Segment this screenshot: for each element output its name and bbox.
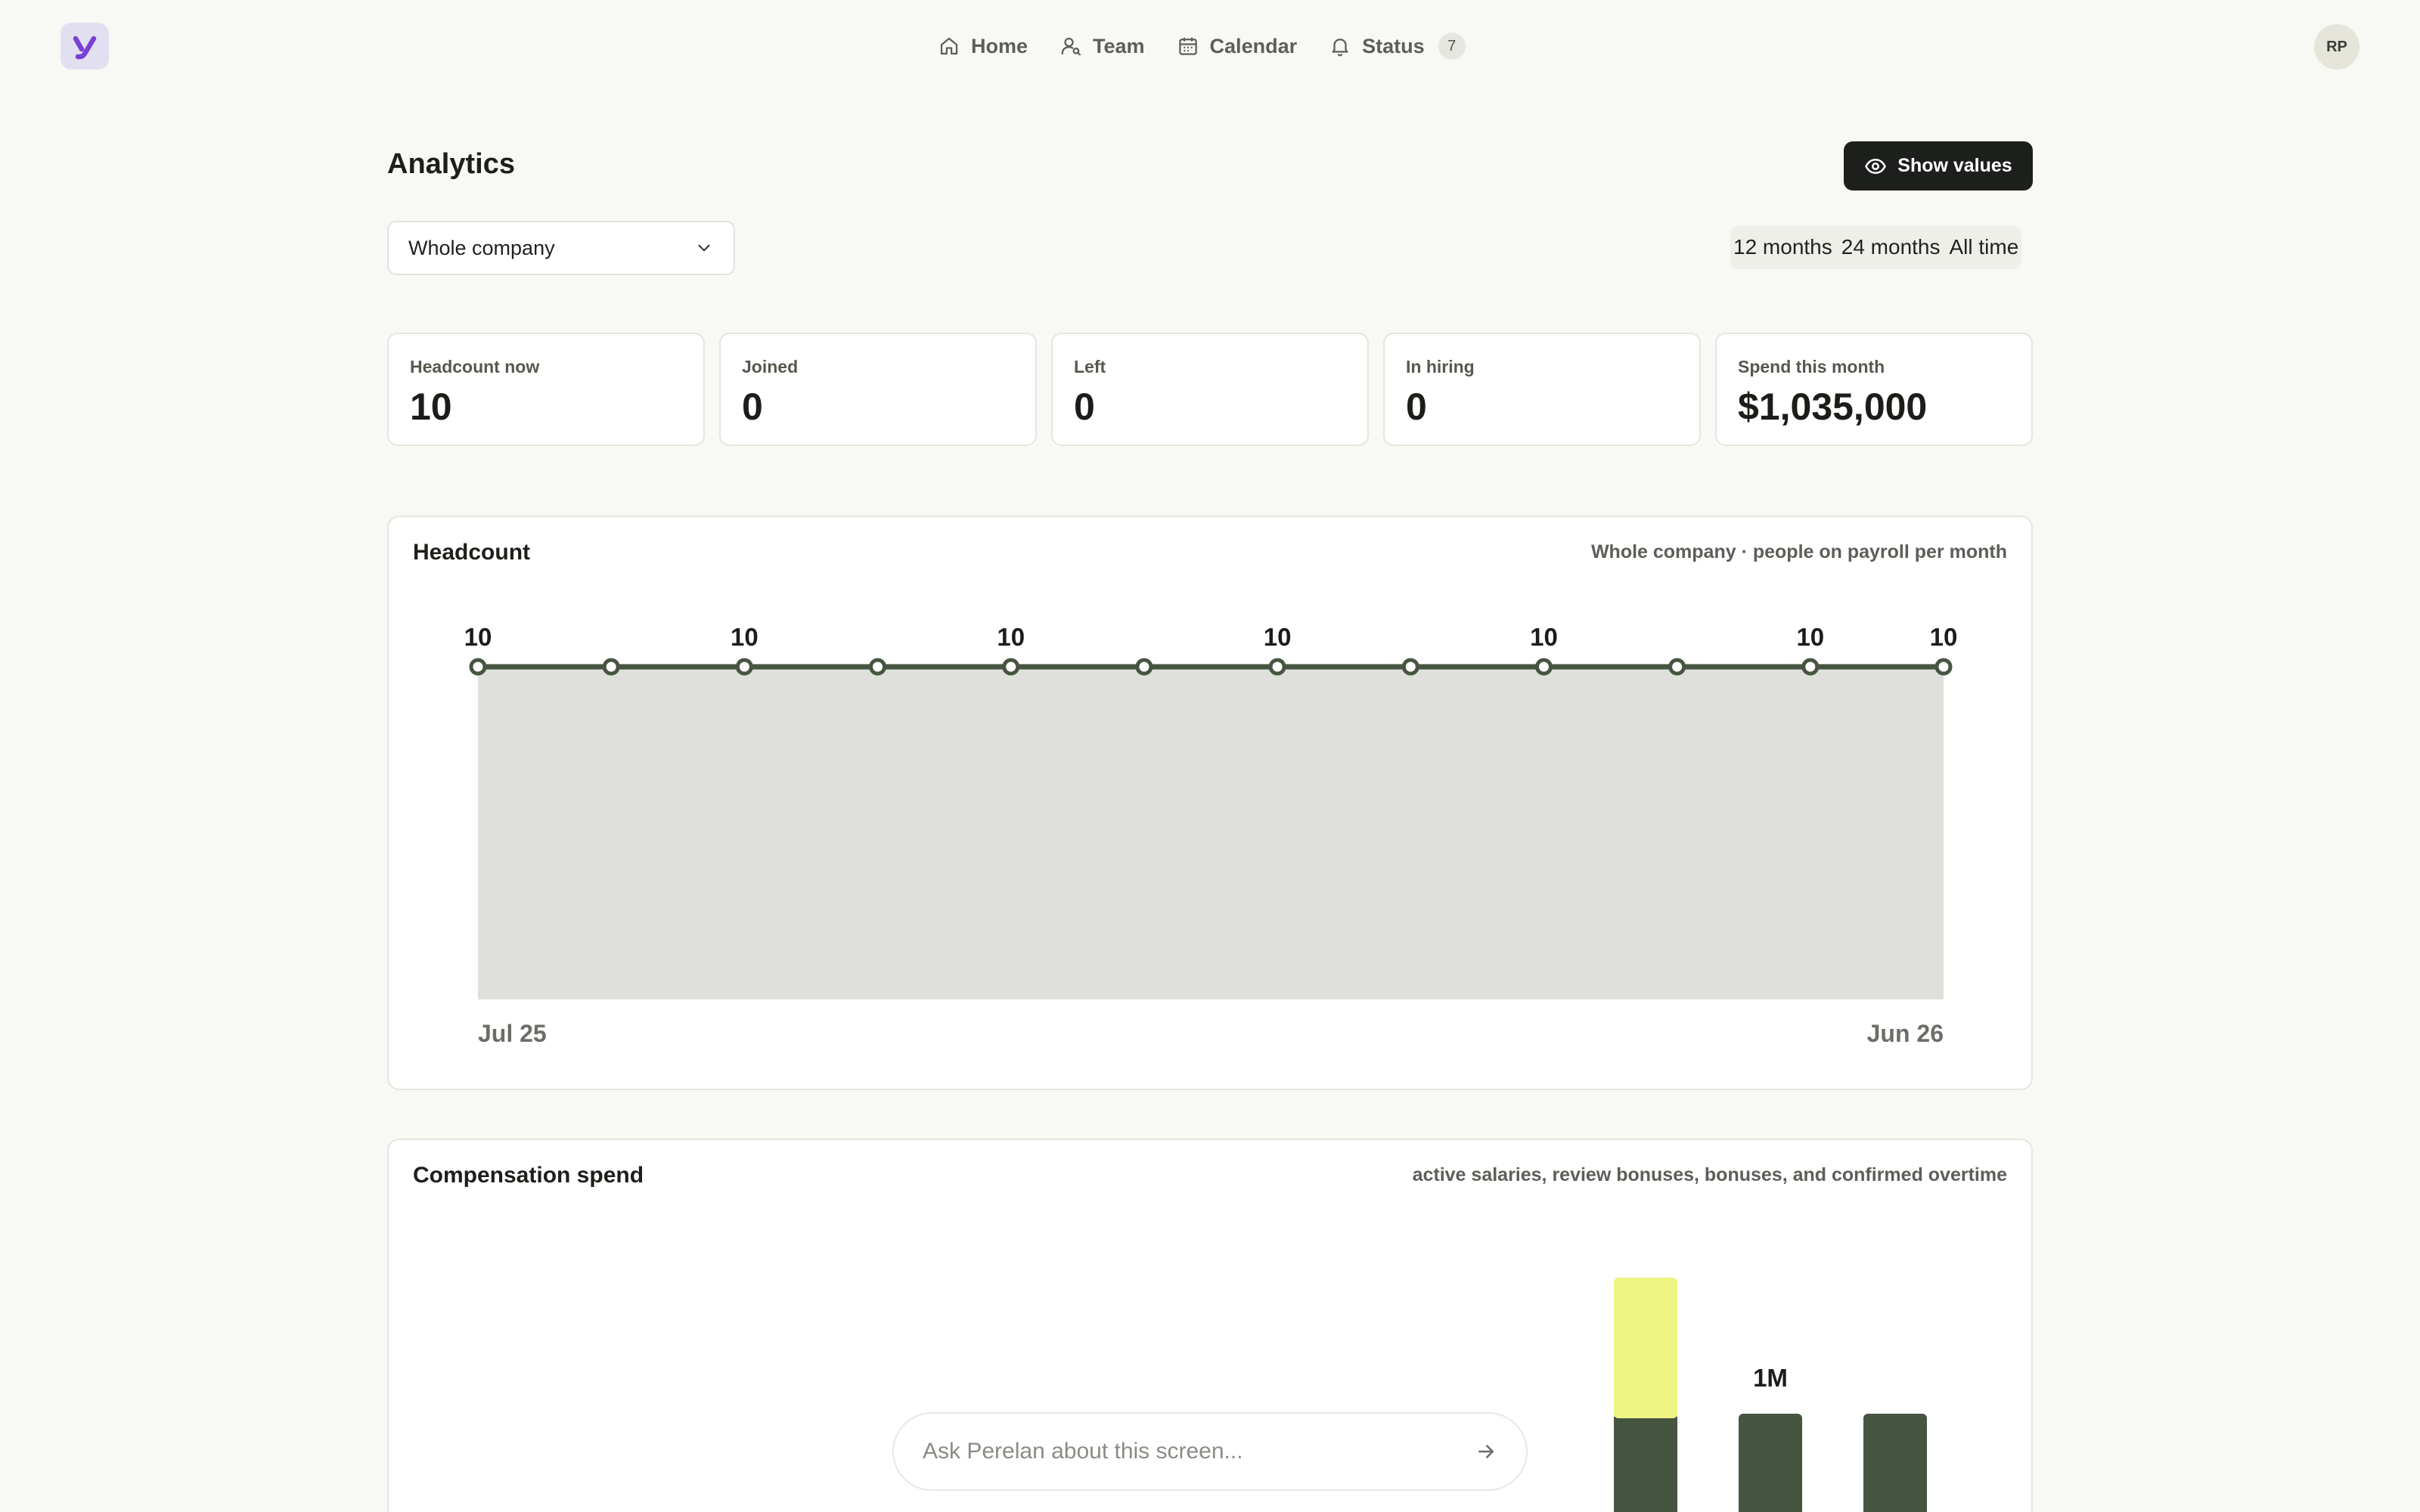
time-range-selector: 12 months 24 months All time [1730,225,2022,269]
scope-select[interactable]: Whole company [387,221,735,275]
calendar-icon [1178,37,1197,55]
headcount-chart: 10 10 10 10 10 10 10 Jul 25 Jun 26 [464,623,1958,1047]
x-axis-end-label: Jun 26 [1867,1020,1944,1047]
data-point [1668,658,1686,676]
data-point [735,658,753,676]
arrow-right-icon[interactable] [1475,1440,1497,1463]
range-24-months[interactable]: 24 months [1840,235,1942,259]
data-point [1801,658,1820,676]
nav-team[interactable]: Team [1060,35,1145,58]
nav-status-label: Status [1362,34,1425,57]
chevron-down-icon [698,244,710,252]
ask-placeholder: Ask Perelan about this screen... [923,1439,1243,1464]
status-count-badge: 7 [1438,33,1466,60]
top-bar: Home Team Calendar Status 7 RP [0,0,2420,94]
data-label: 10 [1930,623,1958,651]
stat-card-left: Left 0 [1051,333,1369,446]
stat-label: Spend this month [1738,357,1885,376]
data-point [602,658,620,676]
compensation-title: Compensation spend [413,1163,644,1188]
data-point [469,658,487,676]
show-values-button[interactable]: Show values [1844,141,2033,191]
nav-calendar-label: Calendar [1209,34,1298,57]
x-axis-start-label: Jul 25 [478,1020,547,1047]
data-label: 10 [997,623,1025,651]
range-all-time[interactable]: All time [1948,235,2021,259]
headcount-subtitle: Whole company · people on payroll per mo… [1590,541,2007,562]
app-logo[interactable] [60,23,109,70]
headcount-panel: 10 10 10 10 10 10 10 Jul 25 Jun 26 Headcount Who… [387,516,2033,1090]
stat-value: 0 [1074,386,1095,428]
data-label: 10 [1530,623,1558,651]
home-icon [940,37,958,55]
show-values-label: Show values [1897,155,2012,176]
stat-value: $1,035,000 [1738,386,1928,428]
nav-home[interactable]: Home [938,35,1028,58]
stat-label: Headcount now [410,357,540,376]
headcount-area [478,667,1944,999]
stat-card-joined: Joined 0 [719,333,1037,446]
data-label: 10 [464,623,492,651]
logo-icon [73,36,97,60]
compensation-subtitle: active salaries, review bonuses, bonuses… [1412,1164,2007,1185]
user-avatar[interactable]: RP [2314,24,2360,70]
stat-card-headcount: Headcount now 10 [387,333,705,446]
stat-value: 0 [742,386,763,428]
eye-icon [1865,158,1887,174]
stat-label: In hiring [1406,357,1475,376]
stat-label: Joined [742,357,799,376]
headcount-title: Headcount [413,540,531,565]
bar-segment-salaries [1614,1414,1677,1512]
nav-team-label: Team [1093,34,1145,57]
stat-value: 10 [410,386,452,428]
nav-status[interactable]: Status 7 [1329,33,1466,60]
data-point [1934,658,1953,676]
range-12-months[interactable]: 12 months [1732,235,1834,259]
data-point [1002,658,1020,676]
data-point [1401,658,1419,676]
bar-segment-bonuses [1614,1278,1677,1418]
page-title: Analytics [387,148,515,180]
ask-assistant-input[interactable]: Ask Perelan about this screen... [892,1412,1528,1491]
scope-select-value: Whole company [408,236,555,259]
bell-icon [1332,39,1348,57]
nav-home-label: Home [971,34,1028,57]
nav-calendar[interactable]: Calendar [1177,34,1298,58]
stat-label: Left [1074,357,1106,376]
person-icon [1061,37,1081,56]
data-label: 10 [1264,623,1292,651]
data-label: 10 [731,623,759,651]
data-label: 10 [1796,623,1824,651]
bar-segment-salaries [1863,1414,1927,1512]
bar-value-label: 1M [1753,1364,1788,1392]
stat-card-in-hiring: In hiring 0 [1383,333,1701,446]
stat-card-spend: Spend this month $1,035,000 [1715,333,2033,446]
data-point [869,658,887,676]
stat-value: 0 [1406,386,1427,428]
data-point [1135,658,1153,676]
main-nav: Home Team Calendar Status 7 [938,27,1466,65]
data-point [1534,658,1553,676]
bar-segment-salaries [1739,1414,1802,1512]
data-point [1268,658,1286,676]
